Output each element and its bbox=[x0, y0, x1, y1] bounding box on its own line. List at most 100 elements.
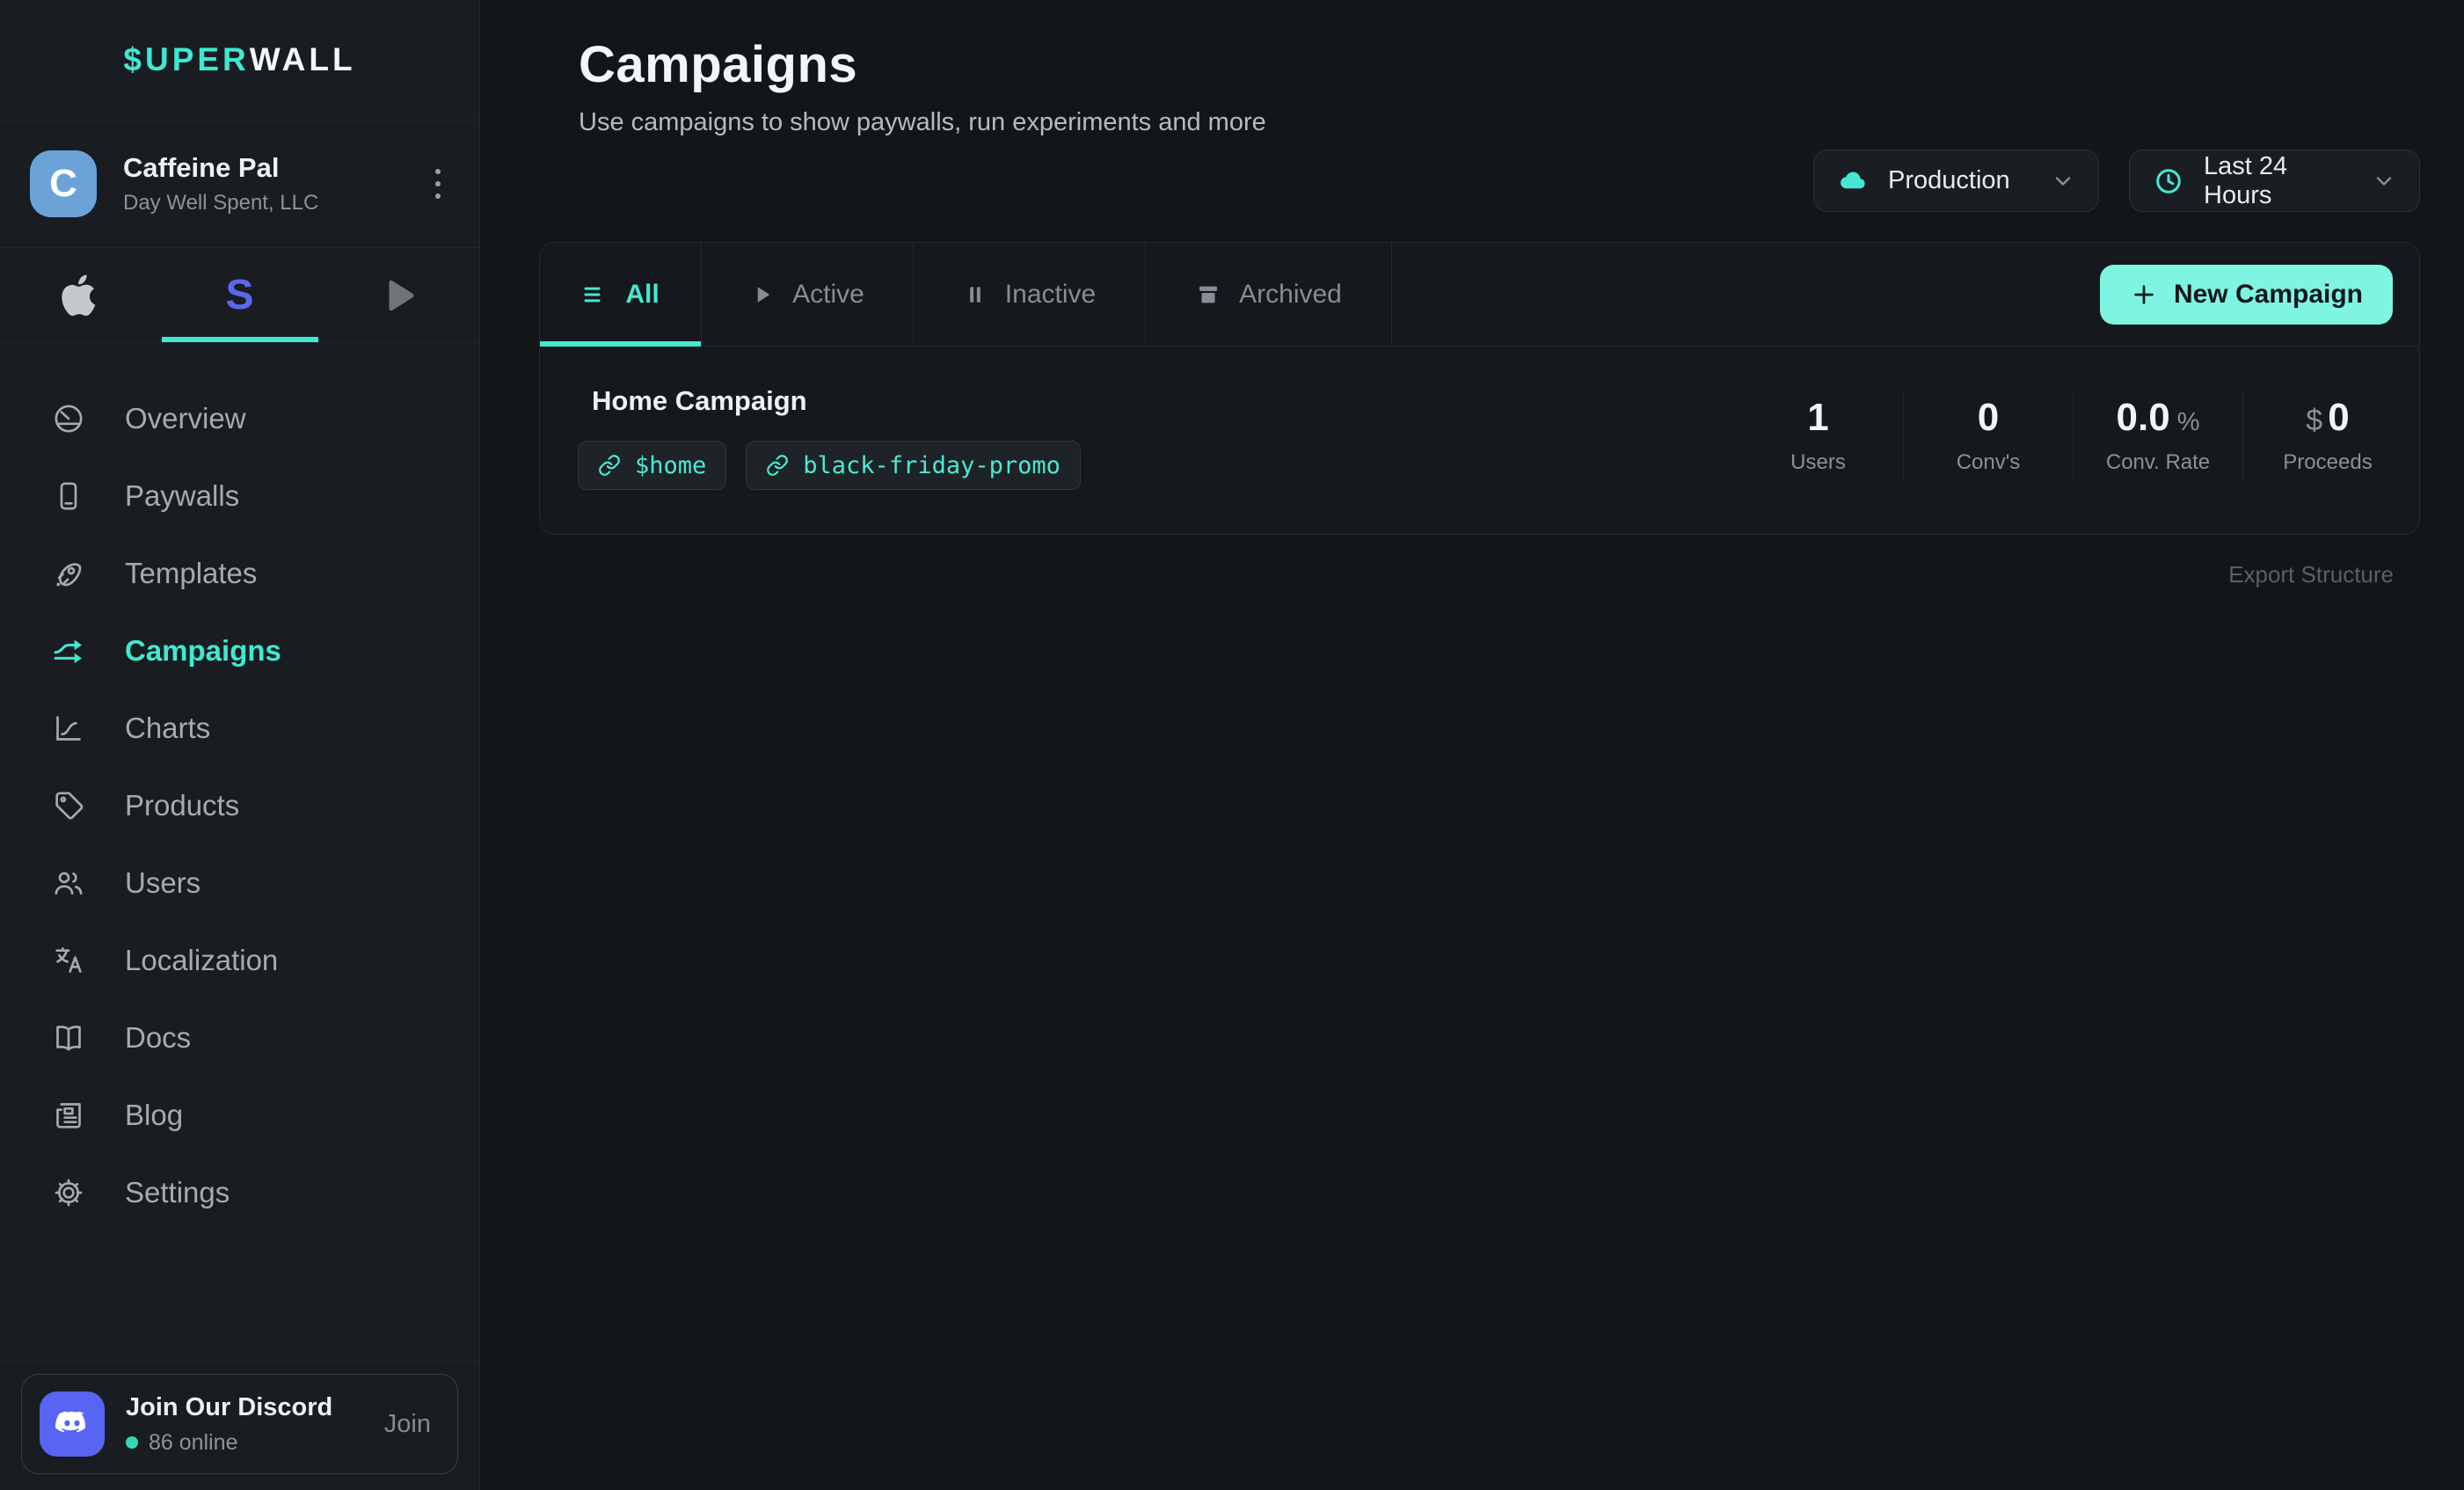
tab-archived[interactable]: Archived bbox=[1146, 243, 1392, 346]
new-campaign-label: New Campaign bbox=[2174, 280, 2363, 310]
list-icon bbox=[581, 281, 608, 308]
campaigns-panel: All Active Inactive Archived bbox=[539, 242, 2420, 535]
sidebar-item-label: Settings bbox=[125, 1176, 230, 1209]
sidebar-item-products[interactable]: Products bbox=[0, 767, 479, 844]
page-header: Campaigns Use campaigns to show paywalls… bbox=[579, 35, 1266, 137]
sidebar-item-paywalls[interactable]: Paywalls bbox=[0, 457, 479, 535]
tab-active[interactable]: Active bbox=[702, 243, 914, 346]
superwall-logo: $UPERWALL bbox=[0, 0, 479, 121]
stat-conversions: 0 Conv's bbox=[1903, 391, 2073, 480]
tag-label: $home bbox=[635, 452, 706, 479]
discord-icon bbox=[40, 1391, 105, 1457]
translate-icon bbox=[51, 943, 86, 978]
tag-label: black-friday-promo bbox=[803, 452, 1061, 479]
overview-icon bbox=[51, 401, 86, 436]
sidebar-nav: Overview Paywalls Templates bbox=[0, 343, 479, 1231]
sidebar-item-label: Paywalls bbox=[125, 479, 239, 513]
avatar: C bbox=[30, 150, 97, 217]
tab-inactive[interactable]: Inactive bbox=[914, 243, 1146, 346]
stat-proceeds: $0 Proceeds bbox=[2242, 391, 2412, 480]
google-play-icon bbox=[379, 275, 419, 316]
stat-label: Conv's bbox=[1904, 450, 2073, 475]
stat-value: $0 bbox=[2243, 396, 2412, 440]
platform-tab-google-play[interactable] bbox=[319, 248, 479, 342]
platform-tab-superwall[interactable]: S bbox=[160, 248, 320, 342]
stat-conversion-rate: 0.0% Conv. Rate bbox=[2073, 391, 2242, 480]
environment-value: Production bbox=[1888, 166, 2010, 195]
tag-icon bbox=[51, 788, 86, 823]
chevron-down-icon bbox=[2372, 169, 2396, 194]
sidebar-item-label: Templates bbox=[125, 557, 257, 590]
archive-icon bbox=[1195, 281, 1221, 308]
sidebar-item-blog[interactable]: Blog bbox=[0, 1077, 479, 1154]
link-icon bbox=[766, 454, 789, 477]
stat-label: Conv. Rate bbox=[2074, 450, 2242, 475]
link-icon bbox=[598, 454, 621, 477]
discord-card[interactable]: Join Our Discord 86 online Join bbox=[21, 1374, 458, 1474]
campaign-tag[interactable]: $home bbox=[578, 441, 726, 490]
campaign-stats: 1 Users 0 Conv's 0.0% Conv. Rate $0 Proc… bbox=[1733, 391, 2412, 480]
plus-icon bbox=[2130, 281, 2158, 309]
play-icon bbox=[750, 282, 775, 307]
platform-tabs: S bbox=[0, 248, 479, 343]
cloud-icon bbox=[1837, 165, 1869, 197]
page-title: Campaigns bbox=[579, 35, 1266, 94]
platform-tab-apple[interactable] bbox=[0, 248, 160, 342]
environment-select[interactable]: Production bbox=[1813, 150, 2099, 212]
campaign-tags: $home black-friday-promo bbox=[578, 441, 1081, 490]
book-icon bbox=[51, 1020, 86, 1055]
account-org: Day Well Spent, LLC bbox=[123, 191, 318, 215]
sidebar-item-overview[interactable]: Overview bbox=[0, 380, 479, 457]
rocket-icon bbox=[51, 556, 86, 591]
main-content: Campaigns Use campaigns to show paywalls… bbox=[480, 0, 2464, 1490]
sidebar-item-templates[interactable]: Templates bbox=[0, 535, 479, 612]
online-dot bbox=[126, 1436, 138, 1449]
sidebar-item-docs[interactable]: Docs bbox=[0, 999, 479, 1077]
export-structure-link[interactable]: Export Structure bbox=[2228, 561, 2394, 588]
pause-icon bbox=[963, 282, 988, 307]
tabs-action-area: New Campaign bbox=[2100, 243, 2419, 346]
sidebar-item-label: Localization bbox=[125, 944, 278, 977]
discord-join-button[interactable]: Join bbox=[384, 1410, 431, 1439]
new-campaign-button[interactable]: New Campaign bbox=[2100, 265, 2393, 325]
campaign-row[interactable]: Home Campaign $home bbox=[540, 347, 2419, 535]
campaign-tag[interactable]: black-friday-promo bbox=[746, 441, 1081, 490]
sidebar-item-label: Charts bbox=[125, 712, 210, 745]
account-switcher[interactable]: C Caffeine Pal Day Well Spent, LLC bbox=[0, 121, 479, 248]
discord-status: 86 online bbox=[126, 1430, 332, 1456]
tab-label: Inactive bbox=[1005, 280, 1096, 310]
account-name: Caffeine Pal bbox=[123, 152, 318, 184]
sidebar-item-localization[interactable]: Localization bbox=[0, 922, 479, 999]
time-range-select[interactable]: Last 24 Hours bbox=[2129, 150, 2420, 212]
sidebar-item-label: Campaigns bbox=[125, 634, 281, 668]
superwall-s-icon: S bbox=[226, 271, 254, 319]
chart-line-icon bbox=[51, 711, 86, 746]
campaign-name[interactable]: Home Campaign bbox=[592, 385, 807, 417]
stat-label: Users bbox=[1733, 450, 1903, 475]
gear-icon bbox=[51, 1175, 86, 1210]
sidebar-item-settings[interactable]: Settings bbox=[0, 1154, 479, 1231]
sidebar-item-users[interactable]: Users bbox=[0, 844, 479, 922]
tabs-spacer bbox=[1392, 243, 2100, 346]
account-menu-icon[interactable] bbox=[426, 160, 449, 208]
time-range-value: Last 24 Hours bbox=[2204, 152, 2352, 210]
sidebar: $UPERWALL C Caffeine Pal Day Well Spent,… bbox=[0, 0, 480, 1490]
tab-label: Archived bbox=[1239, 280, 1342, 310]
chevron-down-icon bbox=[2051, 169, 2075, 194]
stat-users: 1 Users bbox=[1733, 391, 1903, 480]
logo-rest-text: WALL bbox=[250, 41, 356, 78]
clock-icon bbox=[2153, 165, 2184, 197]
phone-icon bbox=[51, 478, 86, 514]
online-count: 86 online bbox=[149, 1430, 237, 1456]
discord-title: Join Our Discord bbox=[126, 1393, 332, 1422]
active-platform-indicator bbox=[162, 337, 318, 342]
sidebar-item-campaigns[interactable]: Campaigns bbox=[0, 612, 479, 690]
tab-label: All bbox=[625, 280, 659, 310]
stat-label: Proceeds bbox=[2243, 450, 2412, 475]
page-subtitle: Use campaigns to show paywalls, run expe… bbox=[579, 108, 1266, 137]
tab-all[interactable]: All bbox=[540, 243, 702, 346]
users-icon bbox=[51, 866, 86, 901]
sidebar-item-charts[interactable]: Charts bbox=[0, 690, 479, 767]
newspaper-icon bbox=[51, 1098, 86, 1133]
sidebar-item-label: Users bbox=[125, 866, 200, 900]
